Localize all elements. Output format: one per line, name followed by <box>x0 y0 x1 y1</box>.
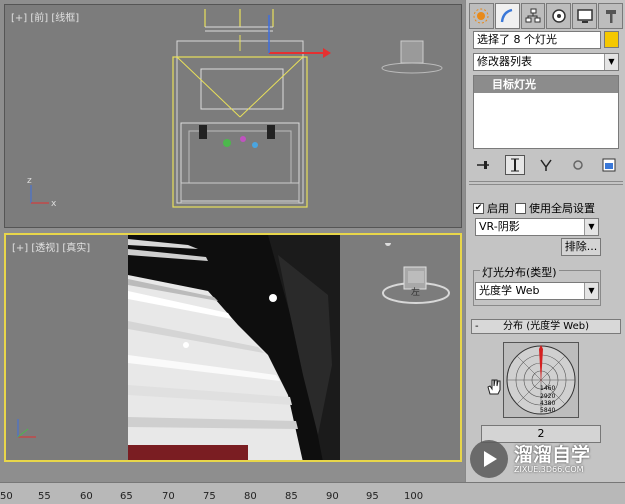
timeline-tick: 85 <box>285 491 298 502</box>
timeline-tick: 80 <box>244 491 257 502</box>
timeline-tick: 50 <box>0 491 13 502</box>
command-panel: 选择了 8 个灯光 修改器列表 ▼ 目标灯光 ✔ 启用 使用全局设置 VR-阴影… <box>465 0 625 482</box>
timeline-tick: 70 <box>162 491 175 502</box>
watermark: 溜溜自学 ZIXUE.3D66.COM <box>470 434 625 484</box>
watermark-title: 溜溜自学 <box>514 443 591 466</box>
hammer-icon <box>605 10 616 23</box>
pin-stack-button[interactable] <box>473 155 493 175</box>
configure-sets-icon <box>602 158 616 172</box>
panel-divider <box>469 181 623 182</box>
distribution-type-dropdown[interactable]: 光度学 Web ▼ <box>475 282 599 300</box>
timeline-tick: 60 <box>80 491 93 502</box>
timeline-tick: 75 <box>203 491 216 502</box>
modifier-stack[interactable]: 目标灯光 <box>473 75 619 149</box>
front-wireframe-scene: z x <box>27 9 443 209</box>
enable-checkbox[interactable]: ✔ <box>473 202 484 214</box>
stack-item-target-light[interactable]: 目标灯光 <box>474 76 618 93</box>
exclude-button[interactable]: 排除... <box>561 238 601 256</box>
display-monitor-icon <box>576 9 593 23</box>
modifier-list-dropdown[interactable]: 修改器列表 ▼ <box>473 53 619 71</box>
web-value-4: 5840 <box>540 407 556 414</box>
shadow-type-value: VR-阴影 <box>479 220 520 233</box>
web-value-3: 4380 <box>540 400 556 407</box>
shadow-type-dropdown[interactable]: VR-阴影 ▼ <box>475 218 599 236</box>
watermark-subtitle: ZIXUE.3D66.COM <box>514 464 584 474</box>
web-value-2: 2920 <box>540 393 556 400</box>
motion-icon <box>552 9 566 23</box>
panel-divider <box>469 184 623 185</box>
make-unique-icon <box>540 159 552 171</box>
perspective-viewport[interactable]: [+] [透视] [真实] 左 <box>4 233 462 462</box>
end-result-icon <box>510 158 519 172</box>
selection-name-field[interactable]: 选择了 8 个灯光 <box>473 31 601 49</box>
sun-icon <box>473 8 489 24</box>
view-cube[interactable] <box>378 243 458 313</box>
enable-label: 启用 <box>487 202 509 215</box>
light-distribution-title: 灯光分布(类型) <box>480 264 559 280</box>
axis-tripod <box>17 419 36 438</box>
utilities-tab[interactable] <box>598 3 623 29</box>
motion-tab[interactable] <box>546 3 572 29</box>
max-window: [+] [前] [线框] z x [+] [透视] [真实] 左 选择了 8 个… <box>0 0 625 504</box>
pin-icon <box>477 161 489 169</box>
hierarchy-icon <box>525 8 541 23</box>
viewport-label[interactable]: [+] [透视] [真实] <box>12 239 90 254</box>
make-unique-button[interactable] <box>536 155 556 175</box>
watermark-text: 溜溜自学 ZIXUE.3D66.COM <box>514 445 590 474</box>
svg-text:z: z <box>27 176 32 186</box>
modify-bend-icon <box>501 8 513 23</box>
play-logo-icon <box>470 440 508 478</box>
timeline-tick: 100 <box>404 491 424 502</box>
view-cube-label: 左 <box>411 288 421 298</box>
distribution-type-value: 光度学 Web <box>479 284 540 297</box>
show-end-result-button[interactable] <box>504 155 525 175</box>
svg-text:x: x <box>51 199 57 209</box>
timeline-tick: 55 <box>38 491 51 502</box>
photometric-web-preview: 1460 2920 4380 5840 <box>503 342 579 418</box>
create-tab[interactable] <box>469 3 494 29</box>
selection-color-swatch[interactable] <box>604 31 619 48</box>
command-panel-tabs <box>469 3 623 29</box>
rollout-title: 分布 (光度学 Web) <box>503 321 589 332</box>
web-value-1: 1460 <box>540 385 556 392</box>
timeline-tick: 95 <box>366 491 379 502</box>
configure-sets-button[interactable] <box>599 155 619 175</box>
dropdown-arrow-icon: ▼ <box>604 54 618 70</box>
hierarchy-tab[interactable] <box>520 3 546 29</box>
timeline-tick: 65 <box>120 491 133 502</box>
enable-shadows-row: ✔ 启用 使用全局设置 <box>473 200 595 216</box>
global-settings-checkbox[interactable] <box>515 202 526 214</box>
hand-cursor-icon <box>487 379 501 395</box>
global-settings-label: 使用全局设置 <box>529 202 595 215</box>
distribution-rollout-header[interactable]: - 分布 (光度学 Web) <box>471 319 621 334</box>
modifier-list-label: 修改器列表 <box>477 55 532 68</box>
dropdown-arrow-icon: ▼ <box>584 283 598 299</box>
display-tab[interactable] <box>572 3 598 29</box>
timeline-tick: 90 <box>326 491 339 502</box>
viewport-area: [+] [前] [线框] z x [+] [透视] [真实] 左 <box>0 0 465 482</box>
timeline-ruler[interactable]: 50 55 60 65 70 75 80 85 90 95 100 <box>0 482 625 504</box>
modify-tab[interactable] <box>494 3 520 29</box>
play-icon <box>484 451 497 467</box>
remove-modifier-icon <box>572 160 583 170</box>
remove-modifier-button[interactable] <box>568 155 588 175</box>
dropdown-arrow-icon: ▼ <box>584 219 598 235</box>
ceiling-render <box>128 235 340 460</box>
stack-toolbar <box>473 155 619 175</box>
front-viewport[interactable]: [+] [前] [线框] z x <box>4 4 462 228</box>
render-preview <box>128 235 340 460</box>
